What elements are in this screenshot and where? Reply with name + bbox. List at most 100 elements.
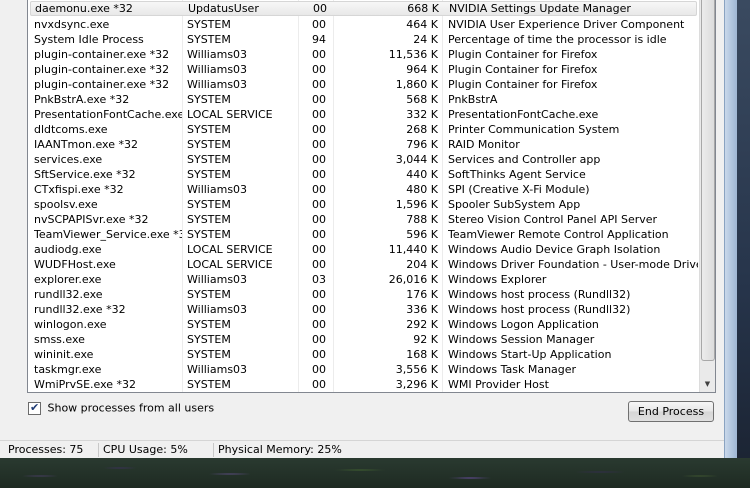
process-row[interactable]: WmiPrvSE.exe *32 SYSTEM 00 3,296 K WMI Provi… <box>28 377 699 392</box>
process-row[interactable]: smss.exe SYSTEM 00 92 K Windows Session Mana… <box>28 332 699 347</box>
process-name: daemonu.exe *32 <box>35 2 133 15</box>
process-user: SYSTEM <box>187 333 231 346</box>
process-description: Percentage of time the processor is idle <box>448 33 667 46</box>
process-row[interactable]: PnkBstrA.exe *32 SYSTEM 00 568 K PnkBstrA <box>28 92 699 107</box>
process-row[interactable]: SftService.exe *32 SYSTEM 00 440 K SoftThink… <box>28 167 699 182</box>
process-list[interactable]: daemonu.exe *32 UpdatusUser 00 668 K NVIDIA … <box>27 0 716 393</box>
process-user: Williams03 <box>187 78 248 91</box>
process-description: Windows Session Manager <box>448 333 595 346</box>
process-user: Williams03 <box>187 48 248 61</box>
process-name: SftService.exe *32 <box>34 168 136 181</box>
process-row[interactable]: daemonu.exe *32 UpdatusUser 00 668 K NVIDIA … <box>30 1 697 16</box>
process-cpu: 00 <box>312 123 326 136</box>
process-cpu: 94 <box>312 33 326 46</box>
process-description: TeamViewer Remote Control Application <box>448 228 669 241</box>
process-cpu: 00 <box>312 348 326 361</box>
process-name: wininit.exe <box>34 348 94 361</box>
vertical-scrollbar[interactable]: ▼ <box>699 0 715 392</box>
process-memory: 92 K <box>413 333 438 346</box>
process-user: SYSTEM <box>187 288 231 301</box>
process-user: LOCAL SERVICE <box>187 258 273 271</box>
process-name: PresentationFontCache.exe <box>34 108 182 121</box>
process-memory: 336 K <box>406 303 438 316</box>
process-user: SYSTEM <box>187 348 231 361</box>
process-user: SYSTEM <box>187 378 231 391</box>
process-row[interactable]: CTxfispi.exe *32 Williams03 00 480 K SPI (Cr… <box>28 182 699 197</box>
process-user: SYSTEM <box>187 138 231 151</box>
process-cpu: 03 <box>312 273 326 286</box>
process-memory: 176 K <box>406 288 438 301</box>
end-process-button[interactable]: End Process <box>628 401 714 422</box>
checkmark-icon: ✔ <box>30 400 40 414</box>
process-user: Williams03 <box>187 303 248 316</box>
process-row[interactable]: nvSCPAPISvr.exe *32 SYSTEM 00 788 K Stereo V… <box>28 212 699 227</box>
process-user: SYSTEM <box>187 198 231 211</box>
process-name: rundll32.exe *32 <box>34 303 126 316</box>
process-name: System Idle Process <box>34 33 144 46</box>
process-user: SYSTEM <box>187 228 231 241</box>
process-row[interactable]: TeamViewer_Service.exe *32 SYSTEM 00 596 K T… <box>28 227 699 242</box>
process-cpu: 00 <box>312 168 326 181</box>
process-row[interactable]: dldtcoms.exe SYSTEM 00 268 K Printer Communi… <box>28 122 699 137</box>
process-description: Services and Controller app <box>448 153 601 166</box>
status-bar: Processes: 75 CPU Usage: 5% Physical Mem… <box>0 440 724 459</box>
process-name: services.exe <box>34 153 103 166</box>
scrollbar-thumb[interactable] <box>701 0 715 361</box>
process-row[interactable]: rundll32.exe SYSTEM 00 176 K Windows host pr… <box>28 287 699 302</box>
process-cpu: 00 <box>312 228 326 241</box>
status-processes: Processes: 75 <box>4 443 99 457</box>
scroll-down-arrow-icon[interactable]: ▼ <box>700 377 715 392</box>
process-row[interactable]: plugin-container.exe *32 Williams03 00 11,5… <box>28 47 699 62</box>
process-row[interactable]: wininit.exe SYSTEM 00 168 K Windows Start-Up… <box>28 347 699 362</box>
process-name: plugin-container.exe *32 <box>34 63 170 76</box>
checkbox-box[interactable]: ✔ <box>28 400 41 415</box>
process-row[interactable]: WUDFHost.exe LOCAL SERVICE 00 204 K Windows … <box>28 257 699 272</box>
process-user: SYSTEM <box>187 33 231 46</box>
process-cpu: 00 <box>312 333 326 346</box>
process-memory: 1,860 K <box>395 78 438 91</box>
process-user: SYSTEM <box>187 168 231 181</box>
process-row[interactable]: spoolsv.exe SYSTEM 00 1,596 K Spooler SubSys… <box>28 197 699 212</box>
process-description: Windows Audio Device Graph Isolation <box>448 243 661 256</box>
process-memory: 668 K <box>407 2 439 15</box>
process-cpu: 00 <box>312 318 326 331</box>
process-memory: 168 K <box>406 348 438 361</box>
desktop-background <box>0 458 750 488</box>
process-memory: 796 K <box>406 138 438 151</box>
process-row[interactable]: winlogon.exe SYSTEM 00 292 K Windows Logon A… <box>28 317 699 332</box>
process-name: IAANTmon.exe *32 <box>34 138 138 151</box>
process-row[interactable]: System Idle Process SYSTEM 94 24 K Percentag… <box>28 32 699 47</box>
process-row[interactable]: rundll32.exe *32 Williams03 00 336 K Windows… <box>28 302 699 317</box>
process-user: SYSTEM <box>187 153 231 166</box>
process-name: dldtcoms.exe <box>34 123 108 136</box>
process-memory: 26,016 K <box>388 273 438 286</box>
process-name: WmiPrvSE.exe *32 <box>34 378 137 391</box>
show-all-processes-checkbox[interactable]: ✔ Show processes from all users <box>28 400 214 415</box>
process-memory: 440 K <box>406 168 438 181</box>
process-user: Williams03 <box>187 63 248 76</box>
process-row[interactable]: nvxdsync.exe SYSTEM 00 464 K NVIDIA User Exp… <box>28 17 699 32</box>
process-description: Windows host process (Rundll32) <box>448 303 631 316</box>
process-cpu: 00 <box>312 198 326 211</box>
process-row[interactable]: audiodg.exe LOCAL SERVICE 00 11,440 K Window… <box>28 242 699 257</box>
process-row[interactable]: taskmgr.exe Williams03 00 3,556 K Windows Ta… <box>28 362 699 377</box>
process-description: Windows Driver Foundation - User-mode Dr… <box>448 258 698 271</box>
process-row[interactable]: PresentationFontCache.exe LOCAL SERVICE 00… <box>28 107 699 122</box>
process-row[interactable]: IAANTmon.exe *32 SYSTEM 00 796 K RAID Monito… <box>28 137 699 152</box>
process-name: explorer.exe <box>34 273 102 286</box>
process-description: Spooler SubSystem App <box>448 198 581 211</box>
process-memory: 24 K <box>413 33 438 46</box>
process-row[interactable]: services.exe SYSTEM 00 3,044 K Services and … <box>28 152 699 167</box>
process-description: Plugin Container for Firefox <box>448 63 598 76</box>
process-row[interactable]: plugin-container.exe *32 Williams03 00 1,86… <box>28 77 699 92</box>
process-memory: 11,536 K <box>388 48 438 61</box>
process-row[interactable]: explorer.exe Williams03 03 26,016 K Windows … <box>28 272 699 287</box>
process-user: SYSTEM <box>187 93 231 106</box>
process-memory: 332 K <box>406 108 438 121</box>
process-user: SYSTEM <box>187 213 231 226</box>
process-memory: 480 K <box>406 183 438 196</box>
process-row[interactable]: plugin-container.exe *32 Williams03 00 964 … <box>28 62 699 77</box>
process-cpu: 00 <box>312 153 326 166</box>
window-frame-edge <box>724 0 737 458</box>
process-user: SYSTEM <box>187 123 231 136</box>
